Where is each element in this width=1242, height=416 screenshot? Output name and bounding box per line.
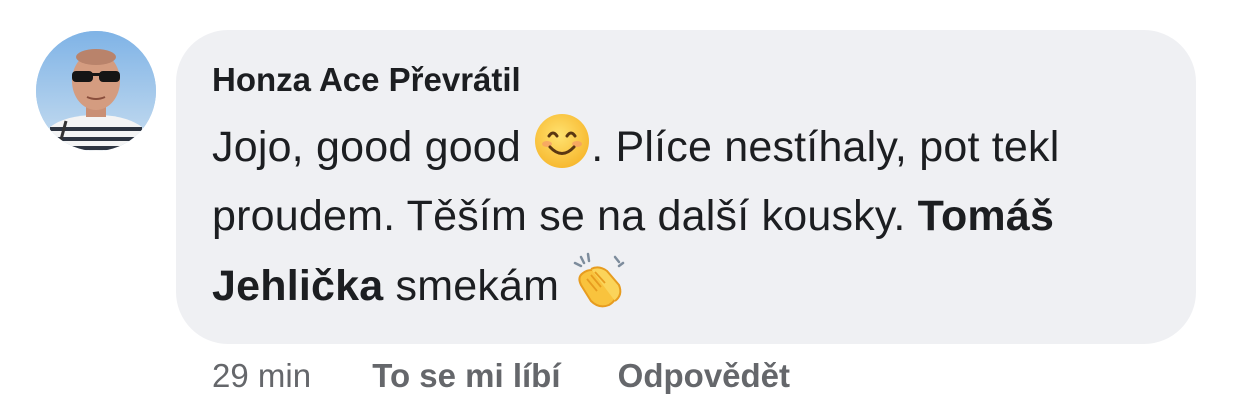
reply-button[interactable]: Odpovědět [618, 354, 790, 398]
clapping-hands-emoji-icon [571, 251, 629, 309]
comment-text-part: Jojo, good good [212, 123, 534, 171]
comment-bubble: Honza Ace Převrátil Jojo, good good . Pl… [176, 30, 1196, 344]
comment-author[interactable]: Honza Ace Převrátil [212, 60, 1160, 100]
avatar[interactable] [36, 31, 156, 151]
comment: Honza Ace Převrátil Jojo, good good . Pl… [0, 0, 1242, 416]
comment-actions: 29 min To se mi líbí Odpovědět [212, 354, 790, 398]
comment-body: Jojo, good good . Plíce nestíhaly, pot t… [212, 112, 1160, 321]
comment-timestamp[interactable]: 29 min [212, 354, 311, 398]
like-button[interactable]: To se mi líbí [372, 354, 560, 398]
comment-text-part: smekám [383, 262, 572, 310]
smiling-face-emoji-icon [533, 112, 591, 170]
